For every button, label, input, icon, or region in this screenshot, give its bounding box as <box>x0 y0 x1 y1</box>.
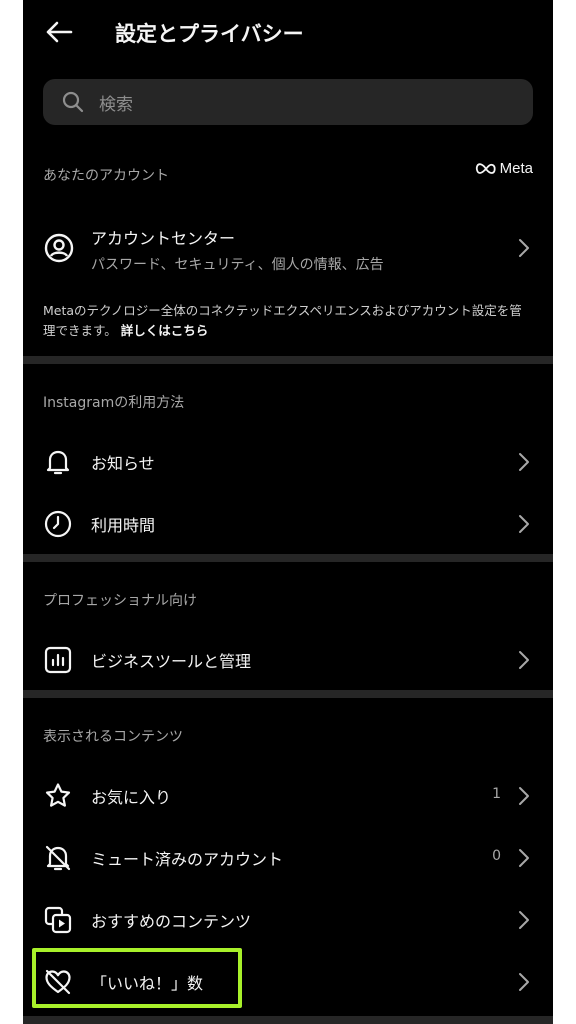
learn-more-link[interactable]: 詳しくはこちら <box>121 323 209 338</box>
notifications-item[interactable]: お知らせ <box>23 434 553 490</box>
star-icon <box>43 781 73 811</box>
bell-icon <box>43 447 73 477</box>
account-center-label: アカウントセンター <box>91 229 236 248</box>
section-divider <box>23 554 553 562</box>
section-divider <box>23 690 553 698</box>
chevron-right-icon <box>517 971 531 993</box>
suggested-content-label: おすすめのコンテンツ <box>91 912 252 931</box>
chevron-right-icon <box>517 649 531 671</box>
muted-accounts-label: ミュート済みのアカウント <box>91 850 284 869</box>
user-circle-icon <box>43 232 75 264</box>
meta-brand-text: Meta <box>499 160 533 177</box>
section-title-usage: Instagramの利用方法 <box>43 395 185 411</box>
section-divider <box>23 1016 553 1024</box>
muted-accounts-item[interactable]: ミュート済みのアカウント 0 <box>23 830 553 886</box>
suggested-content-item[interactable]: おすすめのコンテンツ <box>23 892 553 948</box>
highlight-box <box>32 948 242 1008</box>
insights-chart-icon <box>43 645 73 675</box>
section-divider <box>23 356 553 364</box>
meta-infinity-icon <box>475 162 496 174</box>
account-center-sublabel: パスワード、セキュリティ、個人の情報、広告 <box>91 257 384 273</box>
meta-logo: Meta <box>475 160 533 177</box>
section-title-professional: プロフェッショナル向け <box>43 593 197 609</box>
meta-description: Metaのテクノロジー全体のコネクテッドエクスペリエンスおよびアカウント設定を管… <box>43 301 533 341</box>
chevron-right-icon <box>517 451 531 473</box>
section-title-account: あなたのアカウント <box>43 168 169 184</box>
favorites-item[interactable]: お気に入り 1 <box>23 768 553 824</box>
chevron-right-icon <box>517 909 531 931</box>
chevron-right-icon <box>517 847 531 869</box>
clock-icon <box>43 509 73 539</box>
business-tools-item[interactable]: ビジネスツールと管理 <box>23 632 553 688</box>
favorites-count: 1 <box>492 786 501 802</box>
time-spent-item[interactable]: 利用時間 <box>23 496 553 552</box>
search-input[interactable]: 検索 <box>43 79 533 125</box>
time-spent-label: 利用時間 <box>91 516 156 535</box>
chevron-right-icon <box>517 237 531 259</box>
chevron-right-icon <box>517 513 531 535</box>
business-tools-label: ビジネスツールと管理 <box>91 652 252 671</box>
back-arrow-icon[interactable] <box>43 16 75 48</box>
favorites-label: お気に入り <box>91 788 172 807</box>
search-icon <box>61 90 85 114</box>
muted-accounts-count: 0 <box>492 848 501 864</box>
chevron-right-icon <box>517 785 531 807</box>
section-title-content: 表示されるコンテンツ <box>43 729 183 745</box>
muted-bell-icon <box>43 843 73 873</box>
meta-description-text: Metaのテクノロジー全体のコネクテッドエクスペリエンスおよびアカウント設定を管… <box>43 303 522 338</box>
account-center-item[interactable]: アカウントセンター パスワード、セキュリティ、個人の情報、広告 <box>23 216 553 280</box>
settings-screen: 設定とプライバシー 検索 あなたのアカウント Meta アカウントセンター パス… <box>23 0 553 1024</box>
notifications-label: お知らせ <box>91 454 155 473</box>
suggested-content-icon <box>43 905 73 935</box>
search-placeholder: 検索 <box>99 95 133 115</box>
page-title: 設定とプライバシー <box>115 22 304 46</box>
